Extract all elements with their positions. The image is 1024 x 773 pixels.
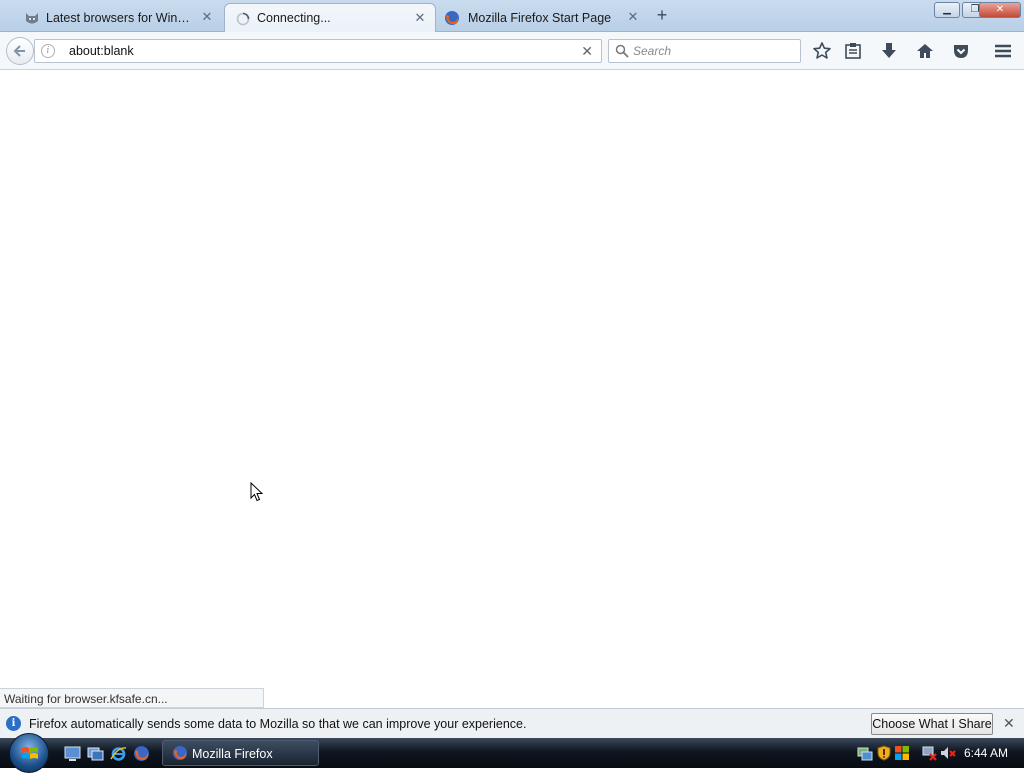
bookmarks-menu-icon[interactable] xyxy=(843,41,863,61)
windows-taskbar: Mozilla Firefox 6:44 AM xyxy=(0,733,1024,773)
tab-label: Latest browsers for Windo... xyxy=(46,10,196,25)
back-button[interactable] xyxy=(6,37,34,65)
taskbar-button-label: Mozilla Firefox xyxy=(192,747,273,761)
status-panel: Waiting for browser.kfsafe.cn... xyxy=(0,688,264,708)
close-tab-icon[interactable]: ✕ xyxy=(626,10,640,24)
new-tab-button[interactable]: + xyxy=(652,6,672,25)
firefox-icon xyxy=(445,11,459,25)
tab-label: Mozilla Firefox Start Page xyxy=(468,10,612,25)
hamburger-menu-icon[interactable] xyxy=(993,41,1013,61)
network-disconnected-icon[interactable] xyxy=(921,745,937,761)
tab-connecting[interactable]: Connecting... ✕ xyxy=(224,3,436,32)
url-bar[interactable]: i about:blank ✕ xyxy=(34,39,602,63)
stop-loading-icon[interactable]: ✕ xyxy=(581,43,593,60)
tab-latest-browsers[interactable]: Latest browsers for Windo... ✕ xyxy=(0,3,222,32)
tab-label: Connecting... xyxy=(257,11,331,25)
back-arrow-icon xyxy=(13,45,25,57)
firefox-icon xyxy=(173,746,187,760)
bookmark-star-icon[interactable] xyxy=(812,41,832,61)
info-icon: i xyxy=(6,716,21,731)
security-shield-icon[interactable] xyxy=(876,745,892,761)
close-tab-icon[interactable]: ✕ xyxy=(200,10,214,24)
close-notification-icon[interactable]: ✕ xyxy=(1003,715,1015,732)
home-icon[interactable] xyxy=(915,41,935,61)
cat-favicon-icon xyxy=(26,13,38,24)
pocket-icon[interactable] xyxy=(951,41,971,61)
internet-explorer-icon[interactable] xyxy=(110,745,127,762)
close-tab-icon[interactable]: ✕ xyxy=(413,11,427,25)
windows-logo-icon xyxy=(22,747,38,759)
firefox-quicklaunch-icon[interactable] xyxy=(133,745,150,762)
switch-windows-icon[interactable] xyxy=(87,745,104,762)
network-tray-icon[interactable] xyxy=(857,745,873,761)
volume-muted-icon[interactable] xyxy=(940,745,956,761)
close-window-button[interactable]: ✕ xyxy=(979,2,1021,18)
show-desktop-icon[interactable] xyxy=(64,745,81,762)
taskbar-firefox-button[interactable]: Mozilla Firefox xyxy=(162,740,319,766)
page-content[interactable] xyxy=(0,71,1024,708)
url-text[interactable]: about:blank xyxy=(69,44,134,58)
windows-update-icon[interactable] xyxy=(894,745,910,761)
search-icon xyxy=(615,44,629,58)
search-placeholder: Search xyxy=(633,44,672,58)
loading-spinner-icon xyxy=(236,12,250,26)
mouse-cursor-icon xyxy=(250,482,264,502)
start-button[interactable] xyxy=(9,733,49,773)
tab-firefox-start[interactable]: Mozilla Firefox Start Page ✕ xyxy=(436,3,648,32)
downloads-icon[interactable] xyxy=(879,41,899,61)
navigation-toolbar: i about:blank ✕ Search xyxy=(0,32,1024,70)
notification-text: Firefox automatically sends some data to… xyxy=(29,717,527,731)
minimize-button[interactable]: ▁ xyxy=(934,2,960,18)
system-clock[interactable]: 6:44 AM xyxy=(964,746,1008,760)
site-info-icon[interactable]: i xyxy=(41,44,55,58)
choose-what-i-share-button[interactable]: Choose What I Share xyxy=(871,713,993,735)
notification-bar: i Firefox automatically sends some data … xyxy=(0,708,1024,738)
tab-strip: Latest browsers for Windo... ✕ Connectin… xyxy=(0,0,1024,32)
search-bar[interactable]: Search xyxy=(608,39,801,63)
